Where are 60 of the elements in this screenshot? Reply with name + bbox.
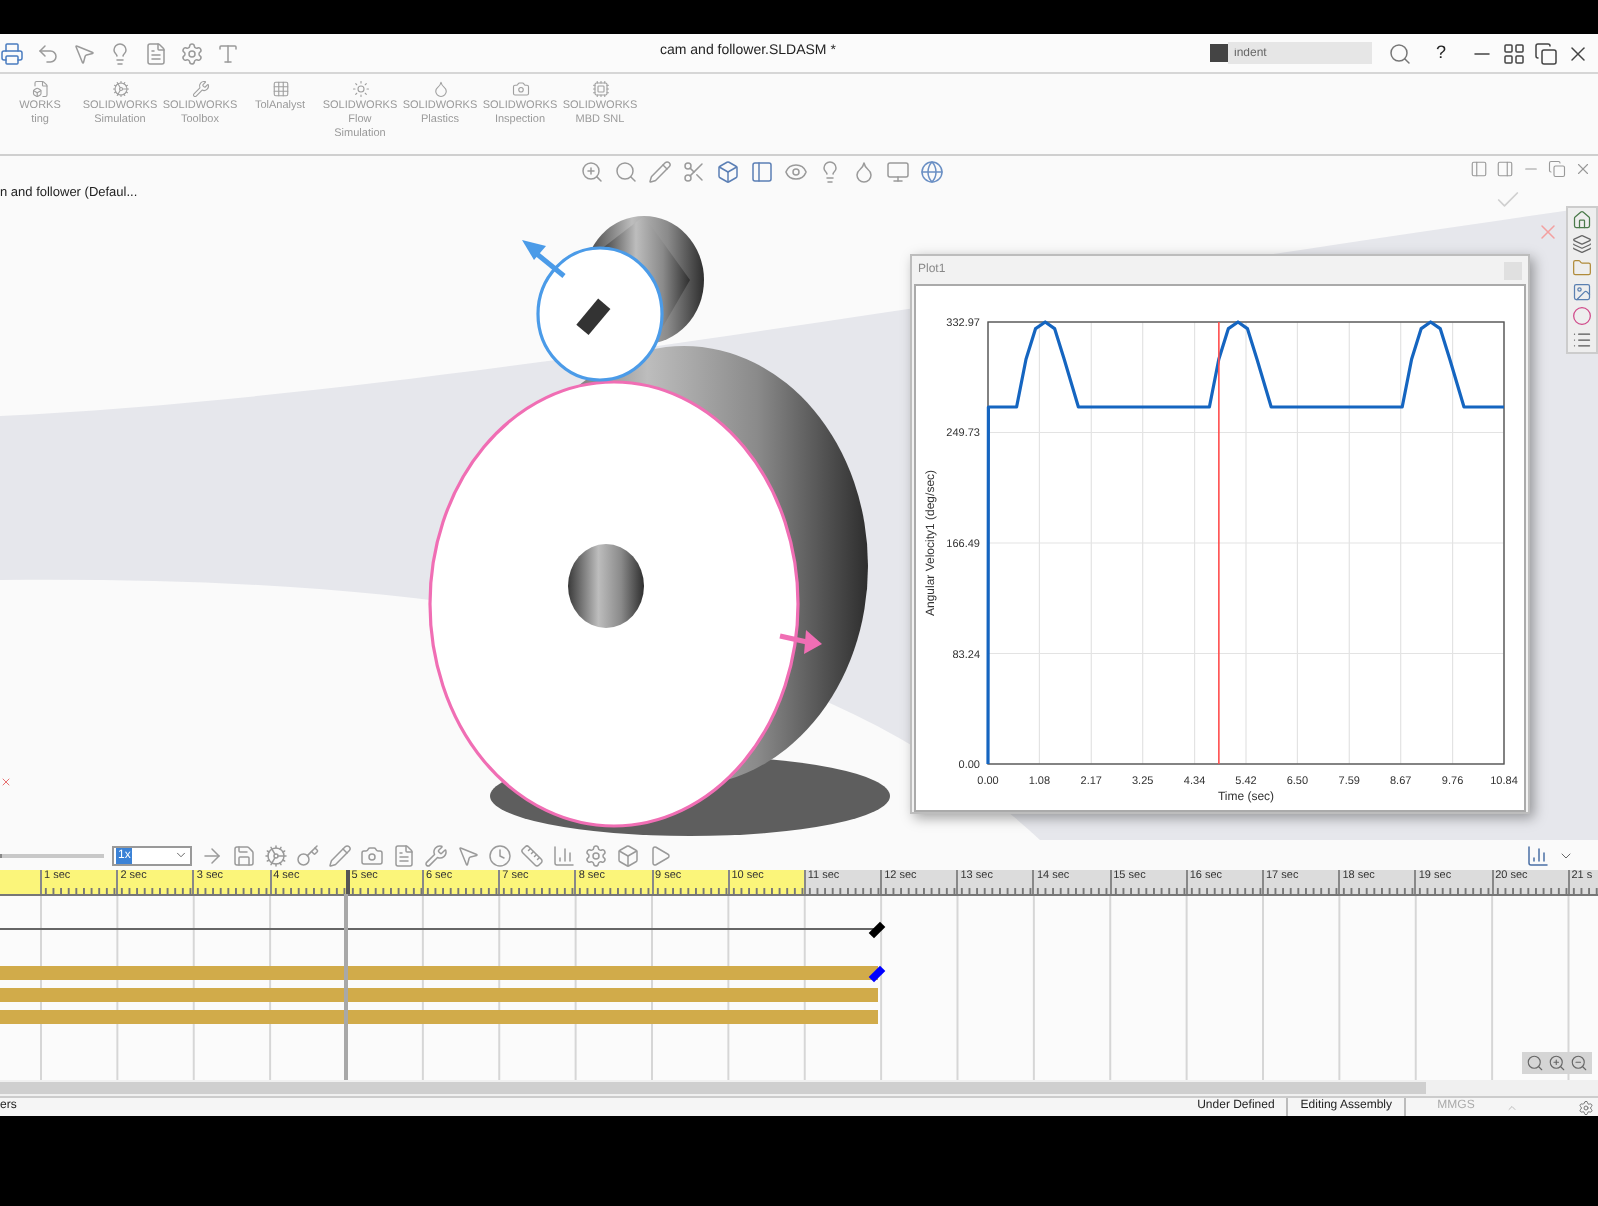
tile-icon[interactable] <box>1502 41 1526 65</box>
settings-icon[interactable] <box>1578 1099 1594 1115</box>
camera-icon[interactable] <box>360 843 384 867</box>
scrollbar-thumb[interactable] <box>0 1082 1426 1094</box>
zoom-out-icon[interactable] <box>1570 1054 1588 1072</box>
document-icon[interactable] <box>392 843 416 867</box>
eye-icon[interactable] <box>784 160 808 184</box>
cube-icon[interactable] <box>616 843 640 867</box>
camera-icon <box>511 80 529 98</box>
chevron-down-icon <box>174 848 188 862</box>
pointer-icon[interactable] <box>456 843 480 867</box>
save-icon[interactable] <box>232 843 256 867</box>
document-icon <box>31 80 49 98</box>
settings-icon[interactable] <box>584 843 608 867</box>
play-icon[interactable] <box>648 843 672 867</box>
search-icon[interactable] <box>1387 41 1412 65</box>
droplet-icon <box>431 80 449 98</box>
list-icon[interactable] <box>1572 330 1592 350</box>
lamp-icon[interactable] <box>818 160 842 184</box>
image-icon[interactable] <box>1572 282 1592 302</box>
settings-icon[interactable] <box>180 41 204 65</box>
close-icon[interactable] <box>1566 41 1590 65</box>
key-icon[interactable] <box>296 843 320 867</box>
clock-icon[interactable] <box>488 843 512 867</box>
printer-icon[interactable] <box>0 41 24 65</box>
monitor-icon[interactable] <box>886 160 910 184</box>
cog-icon <box>111 80 129 98</box>
home-icon[interactable] <box>1572 210 1592 230</box>
panel-left-icon[interactable] <box>1470 160 1488 178</box>
cube-icon[interactable] <box>716 160 740 184</box>
layers-icon[interactable] <box>1572 234 1592 254</box>
cancel-icon[interactable] <box>1536 220 1560 244</box>
document-icon[interactable] <box>144 41 168 65</box>
gear-icon[interactable] <box>264 843 288 867</box>
pencil-icon[interactable] <box>328 843 352 867</box>
bulb-icon[interactable] <box>108 41 132 65</box>
playhead-line[interactable] <box>343 894 348 1080</box>
sun-icon <box>351 80 369 98</box>
restore-icon[interactable] <box>1534 41 1558 65</box>
undo-icon[interactable] <box>36 41 60 65</box>
zoom-fit-icon[interactable] <box>1526 1054 1544 1072</box>
pointer-icon[interactable] <box>72 41 96 65</box>
ruler-icon[interactable] <box>520 843 544 867</box>
text-icon[interactable] <box>216 41 240 65</box>
zoom-in-icon[interactable] <box>1548 1054 1566 1072</box>
pencil-icon[interactable] <box>648 160 672 184</box>
globe-icon[interactable] <box>920 160 944 184</box>
wrench-icon <box>191 80 209 98</box>
help-button[interactable]: ? <box>1427 39 1454 67</box>
zoom-icon[interactable] <box>580 160 604 184</box>
grid-icon <box>271 80 289 98</box>
chip-icon <box>591 80 609 98</box>
key-point[interactable] <box>869 920 887 938</box>
folder-icon[interactable] <box>1572 258 1592 278</box>
arrow-right-icon[interactable] <box>200 843 224 867</box>
panel-right-icon[interactable] <box>1496 160 1514 178</box>
zoom-area-icon[interactable] <box>614 160 638 184</box>
chart-icon[interactable] <box>552 843 576 867</box>
ruler-segment <box>0 870 40 894</box>
wrench-icon[interactable] <box>424 843 448 867</box>
